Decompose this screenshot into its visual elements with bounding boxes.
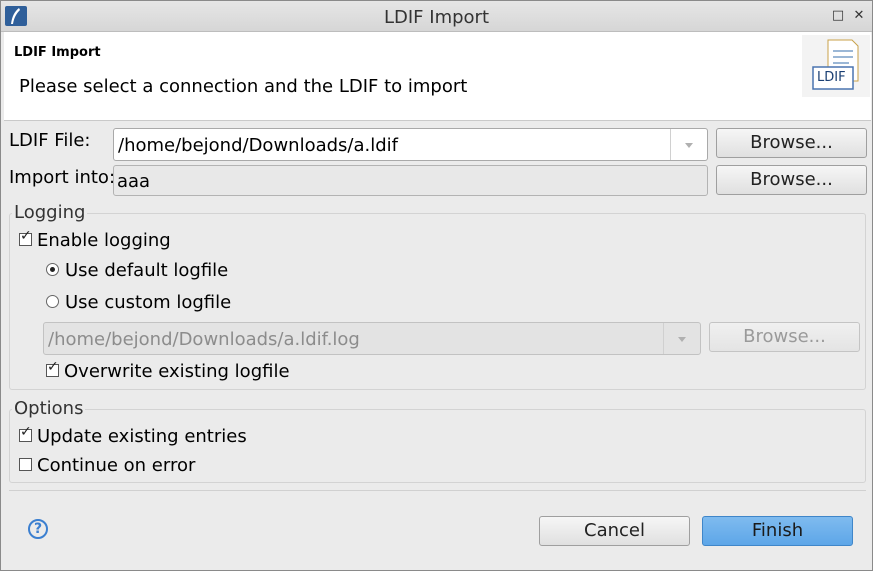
title-bar[interactable]: LDIF Import □ ✕ <box>1 1 872 32</box>
close-icon[interactable]: ✕ <box>850 7 868 25</box>
checkbox-unchecked-icon[interactable] <box>19 457 32 471</box>
checkbox-checked-icon[interactable] <box>19 424 32 442</box>
custom-logfile-value: /home/bejond/Downloads/a.ldif.log <box>48 329 360 350</box>
update-existing-label: Update existing entries <box>37 426 247 447</box>
chevron-down-icon <box>663 323 700 354</box>
enable-logging-checkbox[interactable]: Enable logging <box>19 228 171 251</box>
continue-on-error-label: Continue on error <box>37 455 196 476</box>
radio-selected-icon[interactable] <box>46 262 59 276</box>
window-title: LDIF Import <box>383 7 489 28</box>
logfile-browse-button: Browse... <box>709 322 860 352</box>
overwrite-logfile-label: Overwrite existing logfile <box>64 361 290 382</box>
checkbox-checked-icon[interactable] <box>19 228 32 246</box>
ldif-import-dialog: LDIF Import □ ✕ LDIF Import Please selec… <box>0 0 873 571</box>
continue-on-error-checkbox[interactable]: Continue on error <box>19 455 195 476</box>
wizard-header: LDIF Import Please select a connection a… <box>4 32 871 121</box>
ldif-document-icon: LDIF <box>802 35 870 97</box>
finish-button[interactable]: Finish <box>702 516 853 546</box>
update-existing-checkbox[interactable]: Update existing entries <box>19 424 247 447</box>
ldif-badge-text: LDIF <box>817 70 846 85</box>
import-into-label: Import into: <box>9 167 116 188</box>
custom-logfile-combo: /home/bejond/Downloads/a.ldif.log <box>43 322 701 355</box>
footer-separator <box>9 490 866 491</box>
help-icon[interactable]: ? <box>28 519 48 539</box>
logging-group-title: Logging <box>12 202 88 223</box>
overwrite-logfile-checkbox[interactable]: Overwrite existing logfile <box>46 359 290 382</box>
ldif-file-value[interactable]: /home/bejond/Downloads/a.ldif <box>118 135 398 156</box>
maximize-icon[interactable]: □ <box>829 7 847 25</box>
cancel-button[interactable]: Cancel <box>539 516 690 546</box>
use-custom-logfile-label: Use custom logfile <box>65 292 232 313</box>
ldif-file-browse-button[interactable]: Browse... <box>716 128 867 158</box>
chevron-down-icon[interactable] <box>670 129 707 160</box>
options-group-title: Options <box>12 398 86 419</box>
enable-logging-label: Enable logging <box>37 230 171 251</box>
header-title: LDIF Import <box>14 45 101 60</box>
ldif-file-label: LDIF File: <box>9 130 91 151</box>
import-into-field[interactable]: aaa <box>113 165 708 196</box>
use-custom-logfile-radio[interactable]: Use custom logfile <box>46 292 231 313</box>
use-default-logfile-radio[interactable]: Use default logfile <box>46 260 228 281</box>
header-message: Please select a connection and the LDIF … <box>19 76 468 97</box>
ldif-file-combo[interactable]: /home/bejond/Downloads/a.ldif <box>113 128 708 161</box>
checkbox-checked-icon[interactable] <box>46 359 59 377</box>
use-default-logfile-label: Use default logfile <box>65 260 229 281</box>
import-into-value: aaa <box>117 171 151 192</box>
radio-unselected-icon[interactable] <box>46 294 59 308</box>
import-into-browse-button[interactable]: Browse... <box>716 165 867 195</box>
